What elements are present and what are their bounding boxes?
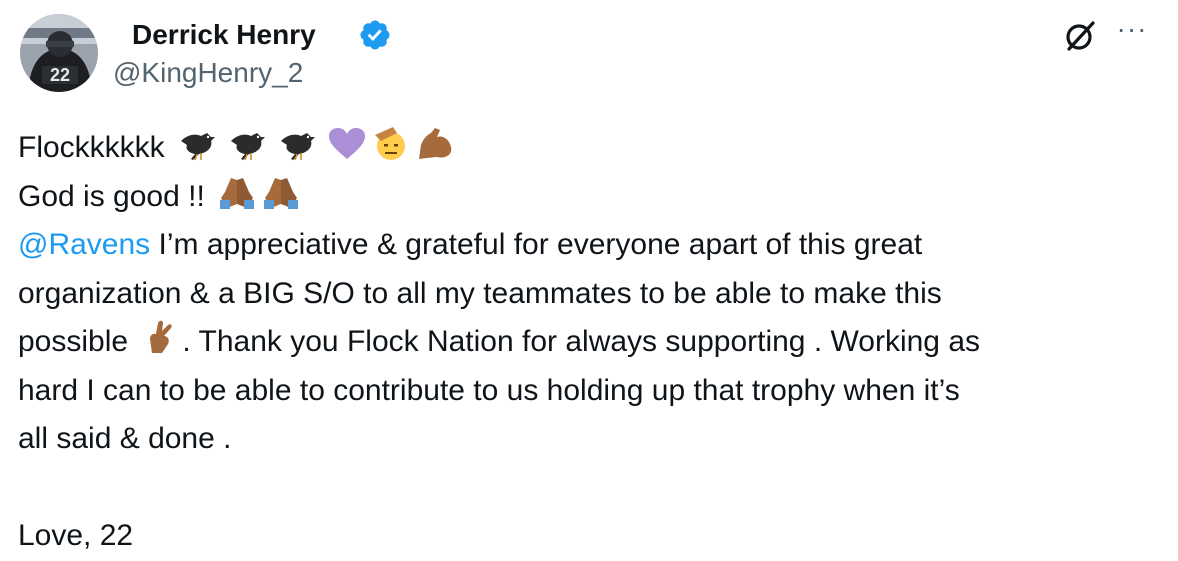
grok-icon[interactable] [1062, 18, 1098, 54]
line1-text: Flockkkkkk [18, 131, 165, 164]
ravens-mention-link[interactable]: @Ravens [18, 228, 150, 261]
tweet-line-6: hard I can to be able to contribute to u… [18, 373, 960, 407]
tweet-line-1: Flockkkkkk [18, 124, 1158, 173]
folded-hands-icon [217, 174, 257, 210]
crow-icon [277, 127, 323, 161]
avatar[interactable]: 22 [20, 14, 98, 92]
line5-a: possible [18, 325, 137, 358]
tweet-line-4: organization & a BIG S/O to all my teamm… [18, 276, 942, 310]
tweet-line-2: God is good !! [18, 173, 1158, 222]
verified-badge-icon[interactable] [358, 18, 392, 52]
crow-icon [227, 127, 273, 161]
purple-heart-icon [327, 127, 367, 161]
saluting-face-icon [371, 125, 411, 161]
author-row: Derrick Henry [132, 18, 392, 52]
avatar-image: 22 [20, 14, 98, 92]
folded-hands-icon [261, 174, 301, 210]
tweet-line-7: all said & done . [18, 422, 232, 455]
author-handle[interactable]: @KingHenry_2 [113, 56, 303, 90]
tweet-signoff: Love, 22 [18, 519, 134, 552]
flexed-biceps-icon [415, 125, 455, 161]
tweet-text: Flockkkkkk God is good !! @Ravens I’m ap… [18, 124, 1158, 561]
more-icon[interactable]: ··· [1114, 15, 1150, 46]
avatar-jersey-number: 22 [50, 65, 70, 85]
line3-rest: I’m appreciative & grateful for everyone… [150, 228, 923, 261]
line2-text: God is good !! [18, 179, 205, 213]
line5-b: . Thank you Flock Nation for always supp… [182, 325, 980, 358]
author-name[interactable]: Derrick Henry [132, 18, 316, 52]
tweet-line-5: possible . Thank you Flock Nation for al… [18, 318, 1158, 367]
crow-icon [177, 127, 223, 161]
tweet-line-3: @Ravens I’m appreciative & grateful for … [18, 221, 1158, 270]
crossed-fingers-icon [144, 319, 178, 355]
